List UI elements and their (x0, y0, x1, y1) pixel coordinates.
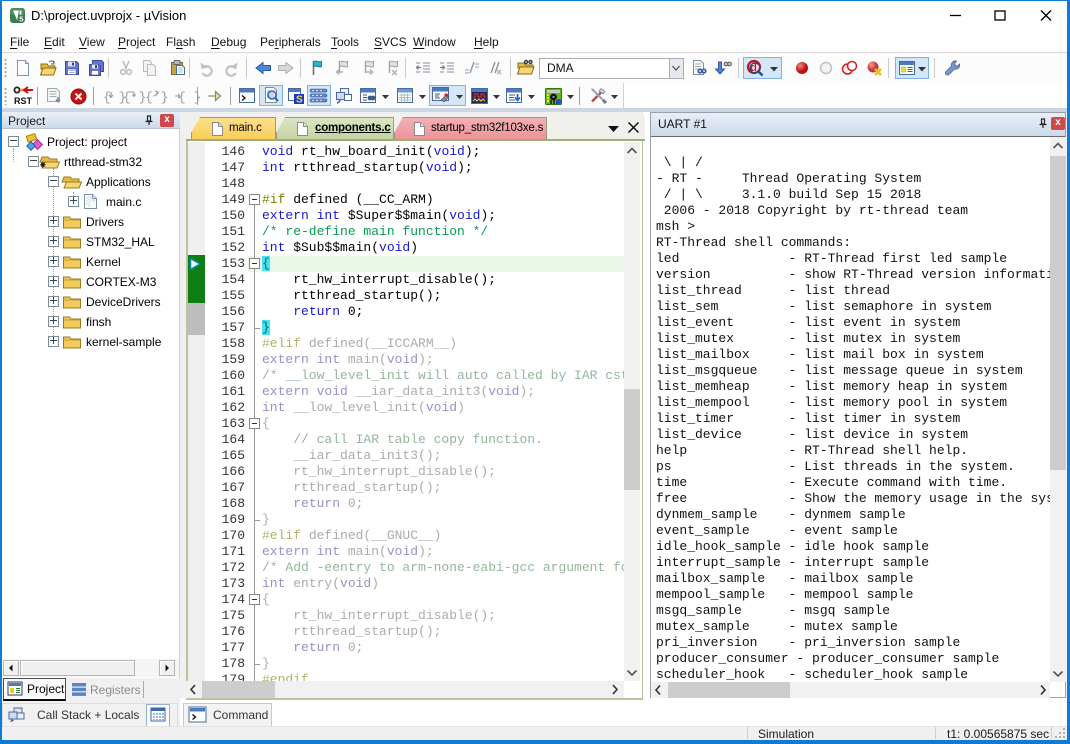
svg-text:RST: RST (14, 96, 33, 106)
svg-text:{ }: { } (145, 90, 168, 105)
svg-text:{ }: { } (178, 90, 201, 105)
svg-text:{ }: { } (123, 90, 146, 105)
svg-text:S: S (296, 95, 303, 106)
